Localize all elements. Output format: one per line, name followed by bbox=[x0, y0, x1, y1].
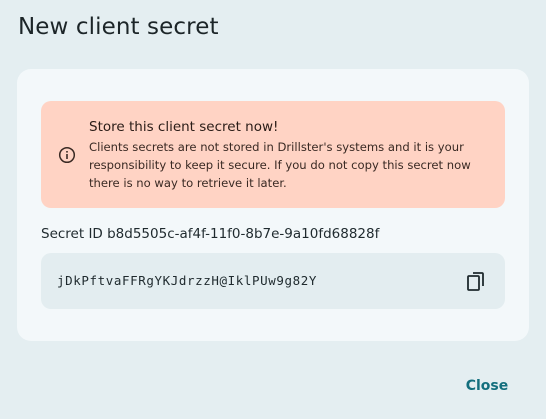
info-icon bbox=[58, 146, 76, 164]
alert-message: Clients secrets are not stored in Drills… bbox=[89, 140, 471, 190]
secret-field: jDkPftvaFFRgYKJdrzzH@IklPUw9g82Y bbox=[41, 253, 505, 309]
copy-icon[interactable] bbox=[465, 269, 489, 293]
dialog-title: New client secret bbox=[18, 14, 219, 40]
secret-card: Store this client secret now! Clients se… bbox=[17, 69, 529, 341]
close-button[interactable]: Close bbox=[460, 374, 514, 398]
secret-value: jDkPftvaFFRgYKJdrzzH@IklPUw9g82Y bbox=[57, 273, 318, 288]
secret-id-label: Secret ID b8d5505c-af4f-11f0-8b7e-9a10fd… bbox=[41, 226, 380, 242]
warning-alert: Store this client secret now! Clients se… bbox=[41, 101, 505, 208]
alert-title: Store this client secret now! bbox=[89, 119, 279, 135]
